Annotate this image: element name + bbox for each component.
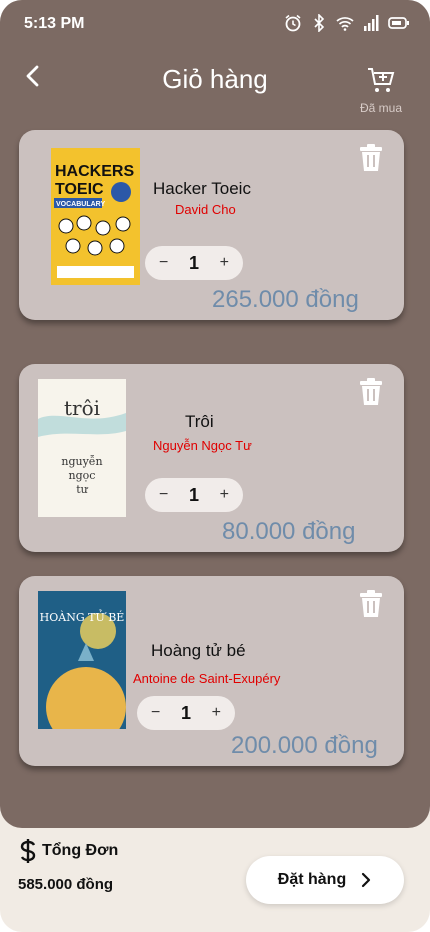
quantity-value: 1 xyxy=(188,252,199,273)
item-price: 200.000 đồng xyxy=(231,732,378,759)
quantity-stepper[interactable]: − 1 + xyxy=(145,478,243,512)
signal-icon xyxy=(362,14,380,32)
cart-item: HOÀNG TỬ BÉ Hoàng tử bé Antoine de Saint… xyxy=(19,576,404,766)
book-title: Hoàng tử bé xyxy=(151,641,246,660)
purchased-button[interactable]: Đã mua xyxy=(358,66,404,115)
alarm-icon xyxy=(284,14,302,32)
cover-author-line: ngọc xyxy=(69,469,96,482)
book-title: Trôi xyxy=(185,412,214,431)
book-cover: trôi nguyễn ngọc tư xyxy=(38,379,126,517)
header: Giỏ hàng Đã mua xyxy=(0,48,430,128)
trash-icon xyxy=(360,144,382,171)
trash-icon xyxy=(360,590,382,617)
increase-button[interactable]: + xyxy=(212,704,221,722)
bluetooth-icon xyxy=(310,13,328,33)
cart-screen: 5:13 PM Giỏ hàng Đã mua HACKERS TOEIC VO… xyxy=(0,0,430,932)
cover-title: HOÀNG TỬ BÉ xyxy=(40,609,125,624)
wifi-icon xyxy=(336,14,354,32)
chevron-right-icon xyxy=(362,872,371,888)
cart-item: HACKERS TOEIC VOCABULARY Hacker Toeic Da… xyxy=(19,130,404,320)
book-cover: HOÀNG TỬ BÉ xyxy=(38,591,126,747)
cover-title-line: TOEIC xyxy=(55,181,104,198)
cover-subtitle: VOCABULARY xyxy=(56,201,105,208)
order-total: Tổng Đơn 585.000 đồng xyxy=(18,838,118,893)
cover-title: trôi xyxy=(64,396,100,420)
content-area: 5:13 PM Giỏ hàng Đã mua HACKERS TOEIC VO… xyxy=(0,0,430,828)
increase-button[interactable]: + xyxy=(220,254,229,272)
place-order-label: Đặt hàng xyxy=(277,871,347,888)
total-value: 585.000 đồng xyxy=(18,876,114,893)
book-author: David Cho xyxy=(175,202,236,217)
cover-author-line: tư xyxy=(76,483,88,496)
decrease-button[interactable]: − xyxy=(159,486,168,504)
status-time: 5:13 PM xyxy=(24,15,85,32)
purchased-label: Đã mua xyxy=(359,101,403,115)
decrease-button[interactable]: − xyxy=(159,254,168,272)
quantity-stepper[interactable]: − 1 + xyxy=(145,246,243,280)
trash-icon xyxy=(360,378,382,405)
book-author: Nguyễn Ngọc Tư xyxy=(153,438,252,453)
decrease-button[interactable]: − xyxy=(151,704,160,722)
book-title: Hacker Toeic xyxy=(153,179,251,198)
dollar-icon xyxy=(20,839,36,863)
cover-title-line: HACKERS xyxy=(55,163,134,180)
item-price: 265.000 đồng xyxy=(212,286,359,313)
status-bar: 5:13 PM xyxy=(0,0,430,48)
battery-icon xyxy=(388,14,410,32)
place-order-button[interactable]: Đặt hàng xyxy=(246,856,404,904)
delete-button[interactable] xyxy=(358,144,384,172)
book-author: Antoine de Saint-Exupéry xyxy=(133,671,281,686)
delete-button[interactable] xyxy=(358,378,384,406)
item-price: 80.000 đồng xyxy=(222,518,356,545)
book-cover: HACKERS TOEIC VOCABULARY xyxy=(51,148,140,285)
quantity-value: 1 xyxy=(180,702,191,723)
cart-plus-icon xyxy=(368,68,395,92)
total-label: Tổng Đơn xyxy=(42,842,119,859)
cover-author-line: nguyễn xyxy=(61,455,102,468)
quantity-value: 1 xyxy=(188,484,199,505)
cart-item: trôi nguyễn ngọc tư Trôi Nguyễn Ngọc Tư … xyxy=(19,364,404,552)
delete-button[interactable] xyxy=(358,590,384,618)
quantity-stepper[interactable]: − 1 + xyxy=(137,696,235,730)
status-icons xyxy=(284,13,410,33)
increase-button[interactable]: + xyxy=(220,486,229,504)
